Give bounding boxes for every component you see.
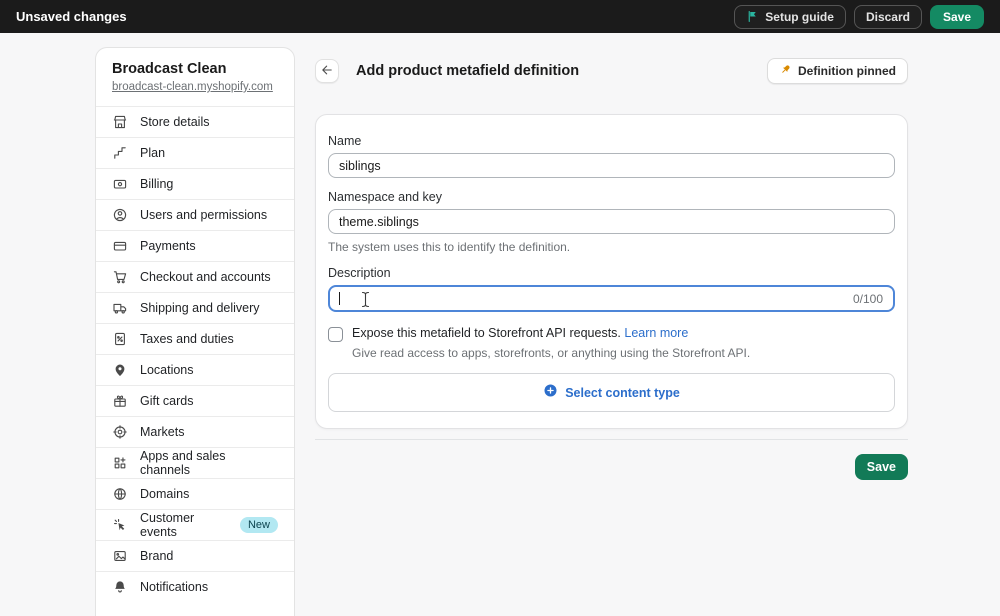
sidebar-item-domains[interactable]: Domains bbox=[96, 478, 294, 509]
namespace-label: Namespace and key bbox=[328, 190, 895, 204]
sidebar-item-gift-cards[interactable]: Gift cards bbox=[96, 385, 294, 416]
sidebar-item-store-details[interactable]: Store details bbox=[96, 106, 294, 137]
discard-label: Discard bbox=[866, 10, 910, 24]
billing-icon bbox=[112, 176, 128, 192]
sidebar-item-users-and-permissions[interactable]: Users and permissions bbox=[96, 199, 294, 230]
sidebar-item-label: Markets bbox=[140, 425, 184, 439]
sidebar-item-shipping-and-delivery[interactable]: Shipping and delivery bbox=[96, 292, 294, 323]
name-input[interactable] bbox=[328, 153, 895, 178]
sidebar-item-apps-and-sales-channels[interactable]: Apps and sales channels bbox=[96, 447, 294, 478]
sidebar-item-markets[interactable]: Markets bbox=[96, 416, 294, 447]
save-button[interactable]: Save bbox=[855, 454, 908, 480]
sidebar-item-locations[interactable]: Locations bbox=[96, 354, 294, 385]
sidebar-item-label: Store details bbox=[140, 115, 209, 129]
sidebar-item-notifications[interactable]: Notifications bbox=[96, 571, 294, 602]
store-name: Broadcast Clean bbox=[112, 61, 278, 77]
name-label: Name bbox=[328, 134, 895, 148]
sidebar-item-label: Users and permissions bbox=[140, 208, 267, 222]
sidebar-item-payments[interactable]: Payments bbox=[96, 230, 294, 261]
sidebar-item-label: Plan bbox=[140, 146, 165, 160]
store-domain-link[interactable]: broadcast-clean.myshopify.com bbox=[112, 81, 273, 93]
sidebar-item-brand[interactable]: Brand bbox=[96, 540, 294, 571]
footer-actions: Save bbox=[315, 454, 908, 480]
select-content-type-label: Select content type bbox=[565, 386, 680, 400]
text-caret bbox=[339, 292, 340, 305]
sidebar-item-label: Domains bbox=[140, 487, 189, 501]
expose-storefront-row: Expose this metafield to Storefront API … bbox=[328, 326, 895, 342]
unsaved-changes-status: Unsaved changes bbox=[16, 9, 127, 24]
sidebar-item-plan[interactable]: Plan bbox=[96, 137, 294, 168]
sidebar-nav: Store details Plan Billing Users and permis… bbox=[96, 106, 294, 602]
cart-icon bbox=[112, 269, 128, 285]
sidebar-item-label: Customer events bbox=[140, 511, 226, 539]
discard-button[interactable]: Discard bbox=[854, 5, 922, 29]
markets-globe-icon bbox=[112, 424, 128, 440]
plus-circle-icon bbox=[543, 383, 558, 403]
main-content: Add product metafield definition Definit… bbox=[315, 33, 908, 480]
metafield-form-card: Name Namespace and key The system uses t… bbox=[315, 114, 908, 429]
flag-icon bbox=[746, 10, 759, 23]
sidebar-item-label: Notifications bbox=[140, 580, 208, 594]
gift-card-icon bbox=[112, 393, 128, 409]
learn-more-link[interactable]: Learn more bbox=[624, 326, 688, 340]
apps-icon bbox=[112, 455, 128, 471]
setup-guide-button[interactable]: Setup guide bbox=[734, 5, 846, 29]
description-label: Description bbox=[328, 266, 895, 280]
expose-storefront-help: Give read access to apps, storefronts, o… bbox=[352, 346, 895, 360]
topbar-actions: Setup guide Discard Save bbox=[734, 5, 984, 29]
namespace-input[interactable] bbox=[328, 209, 895, 234]
namespace-help-text: The system uses this to identify the def… bbox=[328, 240, 895, 254]
payments-icon bbox=[112, 238, 128, 254]
page-header: Add product metafield definition Definit… bbox=[315, 58, 908, 84]
setup-guide-label: Setup guide bbox=[765, 10, 834, 24]
definition-pinned-button[interactable]: Definition pinned bbox=[767, 58, 908, 84]
pin-icon bbox=[779, 63, 792, 79]
plan-icon bbox=[112, 145, 128, 161]
new-badge: New bbox=[240, 517, 278, 533]
sidebar-item-taxes-and-duties[interactable]: Taxes and duties bbox=[96, 323, 294, 354]
sidebar-item-label: Checkout and accounts bbox=[140, 270, 271, 284]
expose-storefront-text: Expose this metafield to Storefront API … bbox=[352, 326, 621, 340]
page-title: Add product metafield definition bbox=[356, 63, 579, 79]
truck-icon bbox=[112, 300, 128, 316]
topbar-save-button[interactable]: Save bbox=[930, 5, 984, 29]
customer-events-icon bbox=[112, 517, 128, 533]
shopify-settings-app: Unsaved changes Setup guide Discard Save… bbox=[0, 0, 1000, 616]
sidebar-item-label: Apps and sales channels bbox=[140, 449, 278, 477]
sidebar-item-label: Gift cards bbox=[140, 394, 194, 408]
expose-storefront-label: Expose this metafield to Storefront API … bbox=[352, 326, 688, 340]
sidebar-item-label: Taxes and duties bbox=[140, 332, 234, 346]
description-input[interactable]: 0/100 bbox=[328, 285, 895, 312]
sidebar-item-checkout-and-accounts[interactable]: Checkout and accounts bbox=[96, 261, 294, 292]
footer-divider bbox=[315, 439, 908, 440]
description-char-counter: 0/100 bbox=[853, 292, 883, 306]
ibeam-mouse-cursor bbox=[361, 291, 370, 313]
location-pin-icon bbox=[112, 362, 128, 378]
sidebar-item-label: Brand bbox=[140, 549, 173, 563]
taxes-icon bbox=[112, 331, 128, 347]
expose-storefront-checkbox[interactable] bbox=[328, 327, 343, 342]
sidebar-item-label: Billing bbox=[140, 177, 173, 191]
back-arrow-icon bbox=[320, 63, 334, 80]
users-icon bbox=[112, 207, 128, 223]
bell-icon bbox=[112, 579, 128, 595]
sidebar-item-customer-events[interactable]: Customer events New bbox=[96, 509, 294, 540]
storefront-icon bbox=[112, 114, 128, 130]
sidebar-item-billing[interactable]: Billing bbox=[96, 168, 294, 199]
sidebar-store-header: Broadcast Clean broadcast-clean.myshopif… bbox=[96, 48, 294, 106]
brand-icon bbox=[112, 548, 128, 564]
sidebar-item-label: Payments bbox=[140, 239, 196, 253]
settings-sidebar: Broadcast Clean broadcast-clean.myshopif… bbox=[95, 47, 295, 616]
select-content-type-button[interactable]: Select content type bbox=[328, 373, 895, 412]
definition-pinned-label: Definition pinned bbox=[798, 64, 896, 78]
sidebar-item-label: Shipping and delivery bbox=[140, 301, 260, 315]
contextual-save-bar: Unsaved changes Setup guide Discard Save bbox=[0, 0, 1000, 33]
back-button[interactable] bbox=[315, 59, 339, 83]
sidebar-item-label: Locations bbox=[140, 363, 194, 377]
domains-globe-icon bbox=[112, 486, 128, 502]
